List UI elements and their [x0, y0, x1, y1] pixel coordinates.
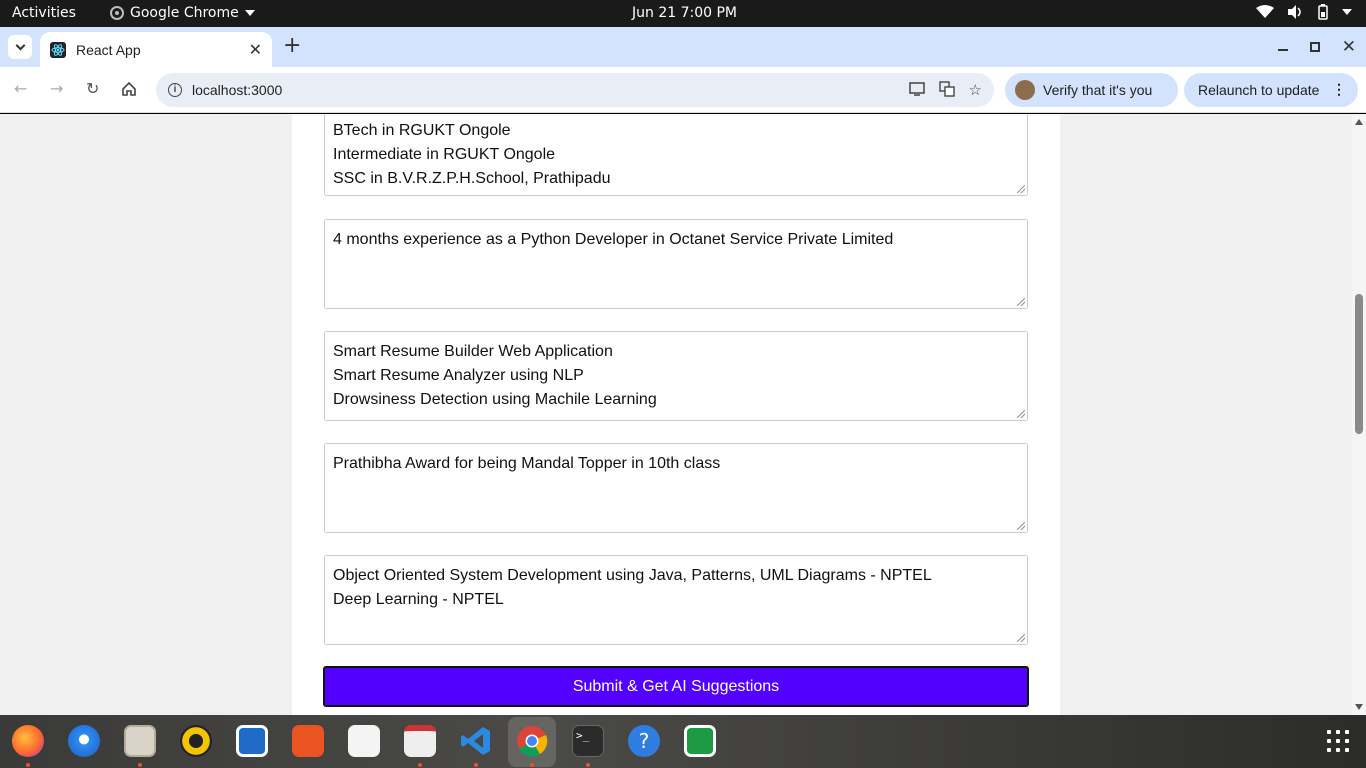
running-indicator — [138, 763, 142, 767]
show-apps-grid-icon[interactable] — [1327, 730, 1349, 752]
achievements-textarea[interactable]: Prathibha Award for being Mandal Topper … — [324, 443, 1028, 533]
files-icon[interactable] — [124, 725, 156, 757]
restore-icon[interactable] — [1309, 42, 1320, 52]
window-controls: ✕ — [1277, 36, 1356, 57]
text-line: Prathibha Award for being Mandal Topper … — [333, 455, 721, 472]
resize-handle[interactable] — [1017, 410, 1025, 418]
scroll-thumb[interactable] — [1355, 294, 1363, 434]
scroll-down-icon[interactable] — [1355, 704, 1363, 710]
app-center-icon[interactable] — [292, 725, 324, 757]
forward-icon[interactable]: → — [50, 79, 63, 98]
app-menu-label: Google Chrome — [130, 5, 239, 21]
reload-icon[interactable]: ↻ — [86, 79, 99, 98]
text-line: BTech in RGUKT Ongole — [333, 122, 511, 139]
minimize-icon[interactable] — [1277, 49, 1288, 51]
text-line: Object Oriented System Development using… — [333, 567, 932, 584]
install-app-icon[interactable] — [908, 81, 925, 97]
running-indicator — [474, 763, 478, 767]
resize-handle[interactable] — [1017, 298, 1025, 306]
system-top-bar: Activities Google Chrome Jun 21 7:00 PM — [0, 0, 1366, 27]
text-line: Deep Learning - NPTEL — [333, 591, 504, 608]
activities-button[interactable]: Activities — [12, 5, 76, 21]
volume-icon — [1288, 5, 1301, 19]
relaunch-label: Relaunch to update — [1198, 82, 1320, 98]
terminal-icon[interactable]: >_ — [572, 725, 604, 757]
chrome-icon[interactable] — [516, 725, 548, 757]
wifi-icon — [1256, 5, 1274, 18]
home-icon[interactable] — [121, 81, 137, 97]
projects-textarea[interactable]: Smart Resume Builder Web Application Sma… — [324, 331, 1028, 421]
document-viewer-icon[interactable] — [404, 725, 436, 757]
bookmark-star-icon[interactable]: ☆ — [969, 81, 982, 99]
caret-down-icon — [1342, 9, 1352, 15]
verify-label: Verify that it's you — [1043, 82, 1153, 98]
writer-icon[interactable] — [236, 725, 268, 757]
close-window-icon[interactable]: ✕ — [1342, 37, 1356, 57]
education-textarea[interactable]: BTech in RGUKT Ongole Intermediate in RG… — [324, 114, 1028, 196]
translate-icon[interactable] — [938, 81, 955, 97]
tab-search-button[interactable] — [8, 35, 32, 59]
new-tab-button[interactable]: + — [283, 33, 301, 58]
relaunch-button[interactable]: Relaunch to update ⋮ — [1184, 73, 1358, 107]
resume-form-card: BTech in RGUKT Ongole Intermediate in RG… — [292, 114, 1060, 715]
system-tray[interactable] — [1256, 4, 1352, 20]
tab-react-app[interactable]: React App ✕ — [40, 32, 272, 67]
text-line: Intermediate in RGUKT Ongole — [333, 146, 556, 163]
experience-textarea[interactable]: 4 months experience as a Python Develope… — [324, 219, 1028, 309]
tab-strip: React App ✕ + ✕ — [0, 27, 1366, 67]
battery-icon — [1318, 4, 1328, 20]
browser-toolbar: ← → ↻ i localhost:3000 ☆ Verify that it'… — [0, 67, 1366, 113]
text-line: Smart Resume Builder Web Application — [333, 343, 613, 360]
clock[interactable]: Jun 21 7:00 PM — [632, 5, 737, 21]
page-scrollbar[interactable] — [1352, 114, 1366, 715]
certifications-textarea[interactable]: Object Oriented System Development using… — [324, 555, 1028, 645]
verify-identity-button[interactable]: Verify that it's you — [1005, 73, 1178, 107]
running-indicator — [530, 763, 534, 767]
running-indicator — [418, 763, 422, 767]
rhythmbox-icon[interactable] — [180, 725, 212, 757]
calc-icon[interactable] — [684, 725, 716, 757]
react-logo-icon — [50, 41, 66, 58]
help-icon[interactable]: ? — [628, 725, 660, 757]
scroll-up-icon[interactable] — [1355, 119, 1363, 125]
site-info-icon[interactable]: i — [168, 83, 182, 97]
vscode-icon[interactable] — [460, 725, 492, 757]
resize-handle[interactable] — [1017, 185, 1025, 193]
page-viewport: BTech in RGUKT Ongole Intermediate in RG… — [0, 114, 1366, 715]
menu-dots-icon[interactable]: ⋮ — [1332, 81, 1346, 98]
avatar — [1015, 80, 1035, 100]
close-tab-icon[interactable]: ✕ — [249, 40, 262, 60]
address-bar[interactable]: i localhost:3000 ☆ — [156, 73, 994, 107]
text-line: SSC in B.V.R.Z.P.H.School, Prathipadu — [333, 170, 611, 187]
app-menu[interactable]: Google Chrome — [110, 5, 255, 21]
text-line: 4 months experience as a Python Develope… — [333, 231, 894, 248]
firefox-icon[interactable] — [12, 725, 44, 757]
running-indicator — [26, 763, 30, 767]
back-icon[interactable]: ← — [14, 79, 27, 98]
text-line: Smart Resume Analyzer using NLP — [333, 367, 584, 384]
chrome-icon — [110, 6, 124, 20]
caret-down-icon — [244, 10, 255, 16]
thunderbird-icon[interactable] — [68, 725, 100, 757]
text-line: Drowsiness Detection using Machile Learn… — [333, 391, 657, 408]
resize-handle[interactable] — [1017, 522, 1025, 530]
tab-title: React App — [76, 41, 141, 58]
running-indicator — [586, 763, 590, 767]
chevron-down-icon — [15, 40, 25, 50]
dock: >_ ? — [0, 715, 1366, 768]
url-text: localhost:3000 — [192, 82, 283, 98]
resize-handle[interactable] — [1017, 634, 1025, 642]
text-editor-icon[interactable] — [348, 725, 380, 757]
submit-button[interactable]: Submit & Get AI Suggestions — [323, 666, 1029, 707]
